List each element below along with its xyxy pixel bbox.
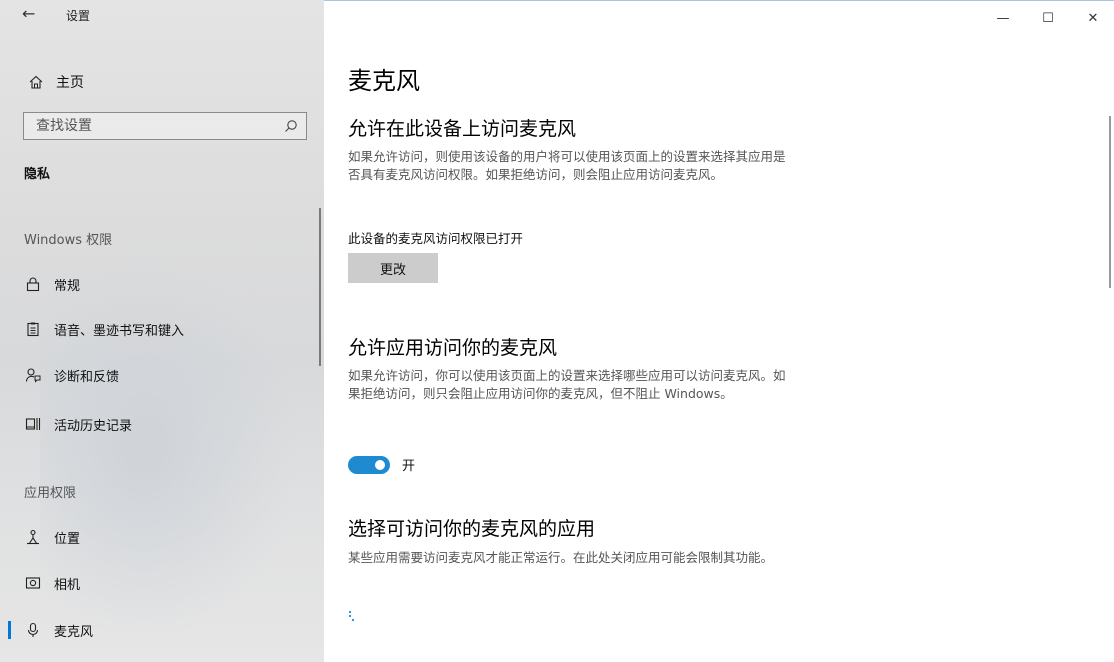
feedback-person-icon	[25, 367, 41, 383]
camera-icon	[25, 575, 41, 591]
close-icon: ✕	[1087, 10, 1099, 26]
sidebar-item-label: 语音、墨迹书写和键入	[54, 323, 185, 339]
maximize-icon: ☐	[1042, 10, 1054, 26]
back-arrow-icon[interactable]: ←	[22, 4, 42, 24]
main-scrollbar[interactable]	[1109, 116, 1111, 288]
main-content: — ☐ ✕ 麦克风 允许在此设备上访问麦克风 如果允许访问，则使用该设备的用户将…	[324, 0, 1114, 662]
sidebar-item-label: 诊断和反馈	[54, 369, 120, 385]
sidebar-item-general[interactable]: 常规	[0, 266, 318, 302]
active-indicator	[8, 621, 11, 639]
sidebar-item-activity-history[interactable]: 活动历史记录	[0, 406, 318, 442]
activity-history-icon	[25, 416, 41, 432]
sidebar-item-label: 麦克风	[54, 624, 94, 640]
sidebar: ← 设置 主页 隐私 Windows 权限 常规	[0, 0, 324, 662]
app-access-toggle-row: 开	[348, 455, 415, 474]
titlebar-divider	[324, 0, 1114, 1]
maximize-button[interactable]: ☐	[1025, 6, 1071, 30]
sidebar-item-camera[interactable]: 相机	[0, 565, 318, 601]
sidebar-scrollbar[interactable]	[319, 208, 321, 366]
change-button[interactable]: 更改	[348, 253, 438, 283]
lock-icon	[25, 276, 41, 292]
home-icon	[29, 75, 43, 89]
minimize-icon: —	[996, 10, 1010, 26]
device-access-heading: 允许在此设备上访问麦克风	[348, 118, 577, 140]
group-label-windows-permissions: Windows 权限	[24, 233, 113, 248]
microphone-icon	[25, 622, 41, 638]
choose-apps-description: 某些应用需要访问麦克风才能正常运行。在此处关闭应用可能会限制其功能。	[348, 550, 774, 565]
sidebar-item-label: 活动历史记录	[54, 418, 133, 434]
search-input[interactable]	[36, 118, 256, 134]
sidebar-item-location[interactable]: 位置	[0, 519, 318, 555]
search-icon[interactable]	[284, 119, 298, 133]
sidebar-item-label: 位置	[54, 531, 81, 547]
page-title: 麦克风	[348, 67, 420, 95]
group-label-app-permissions: 应用权限	[24, 486, 77, 501]
toggle-knob	[375, 459, 385, 470]
location-person-icon	[25, 529, 41, 545]
sidebar-item-label: 常规	[54, 278, 81, 294]
clipboard-icon	[25, 321, 41, 337]
device-access-description: 如果允许访问，则使用该设备的用户将可以使用该页面上的设置来选择其应用是否具有麦克…	[348, 149, 786, 182]
app-access-heading: 允许应用访问你的麦克风	[348, 337, 558, 359]
app-title: 设置	[66, 9, 91, 23]
sidebar-item-diagnostics[interactable]: 诊断和反馈	[0, 357, 318, 393]
sidebar-item-speech[interactable]: 语音、墨迹书写和键入	[0, 311, 318, 347]
sidebar-item-home[interactable]: 主页	[0, 67, 324, 97]
search-field[interactable]	[23, 112, 307, 140]
choose-apps-heading: 选择可访问你的麦克风的应用	[348, 518, 596, 540]
app-access-toggle[interactable]	[348, 455, 390, 474]
device-access-status: 此设备的麦克风访问权限已打开	[348, 231, 524, 246]
app-access-description: 如果允许访问，你可以使用该页面上的设置来选择哪些应用可以访问麦克风。如果拒绝访问…	[348, 368, 786, 401]
sidebar-item-microphone[interactable]: 麦克风	[0, 612, 318, 648]
section-title-privacy: 隐私	[24, 167, 51, 182]
sidebar-item-label: 相机	[54, 577, 81, 593]
loading-spinner-icon	[348, 610, 355, 622]
sidebar-item-label: 主页	[56, 75, 84, 91]
minimize-button[interactable]: —	[980, 6, 1026, 30]
toggle-state-label: 开	[402, 459, 416, 474]
close-button[interactable]: ✕	[1070, 6, 1114, 30]
